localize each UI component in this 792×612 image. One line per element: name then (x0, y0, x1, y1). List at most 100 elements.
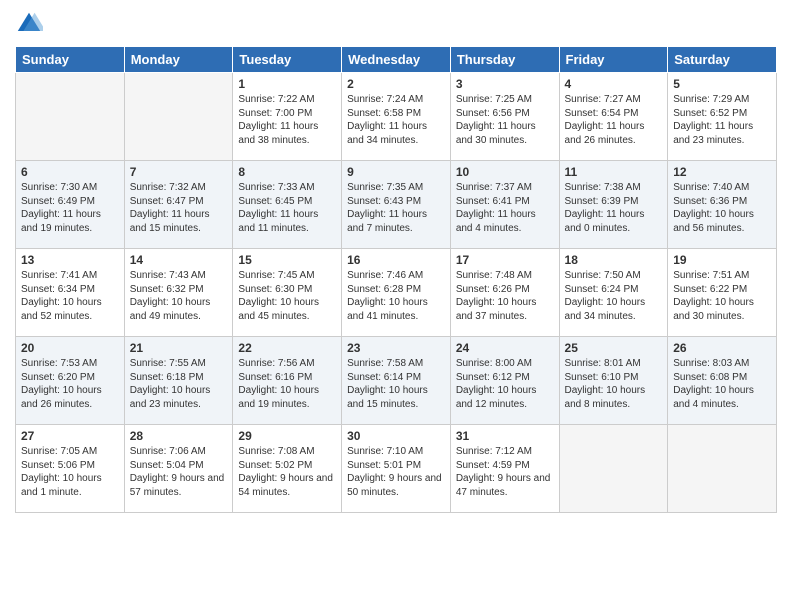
calendar-week-1: 1 Sunrise: 7:22 AMSunset: 7:00 PMDaylight… (16, 73, 777, 161)
day-info: Sunrise: 7:40 AMSunset: 6:36 PMDaylight:… (673, 181, 771, 235)
day-number: 31 (456, 429, 554, 443)
day-number: 30 (347, 429, 445, 443)
day-info: Sunrise: 7:33 AMSunset: 6:45 PMDaylight:… (238, 181, 336, 235)
calendar-week-4: 20 Sunrise: 7:53 AMSunset: 6:20 PMDayligh… (16, 337, 777, 425)
calendar-cell: 31 Sunrise: 7:12 AMSunset: 4:59 PMDayligh… (450, 425, 559, 513)
day-info: Sunrise: 7:27 AMSunset: 6:54 PMDaylight:… (565, 93, 663, 147)
calendar-cell: 15 Sunrise: 7:45 AMSunset: 6:30 PMDayligh… (233, 249, 342, 337)
day-number: 11 (565, 165, 663, 179)
calendar-cell: 2 Sunrise: 7:24 AMSunset: 6:58 PMDaylight… (342, 73, 451, 161)
day-number: 4 (565, 77, 663, 91)
day-header-monday: Monday (124, 47, 233, 73)
day-info: Sunrise: 7:12 AMSunset: 4:59 PMDaylight:… (456, 445, 554, 499)
calendar-week-3: 13Sunrise: 7:41 AMSunset: 6:34 PMDayligh… (16, 249, 777, 337)
calendar-cell: 30 Sunrise: 7:10 AMSunset: 5:01 PMDayligh… (342, 425, 451, 513)
day-info: Sunrise: 7:06 AMSunset: 5:04 PMDaylight:… (130, 445, 228, 499)
calendar-cell (124, 73, 233, 161)
day-number: 28 (130, 429, 228, 443)
calendar-cell: 8 Sunrise: 7:33 AMSunset: 6:45 PMDaylight… (233, 161, 342, 249)
day-header-wednesday: Wednesday (342, 47, 451, 73)
day-info: Sunrise: 8:01 AMSunset: 6:10 PMDaylight:… (565, 357, 663, 411)
day-info: Sunrise: 7:38 AMSunset: 6:39 PMDaylight:… (565, 181, 663, 235)
calendar-cell: 23 Sunrise: 7:58 AMSunset: 6:14 PMDayligh… (342, 337, 451, 425)
day-number: 19 (673, 253, 771, 267)
day-number: 5 (673, 77, 771, 91)
day-number: 6 (21, 165, 119, 179)
day-header-saturday: Saturday (668, 47, 777, 73)
calendar-cell: 18Sunrise: 7:50 AMSunset: 6:24 PMDayligh… (559, 249, 668, 337)
calendar-cell: 14 Sunrise: 7:43 AMSunset: 6:32 PMDayligh… (124, 249, 233, 337)
day-number: 2 (347, 77, 445, 91)
calendar-cell: 1 Sunrise: 7:22 AMSunset: 7:00 PMDaylight… (233, 73, 342, 161)
day-info: Sunrise: 7:45 AMSunset: 6:30 PMDaylight:… (238, 269, 336, 323)
day-number: 18 (565, 253, 663, 267)
day-header-friday: Friday (559, 47, 668, 73)
calendar-cell: 4 Sunrise: 7:27 AMSunset: 6:54 PMDaylight… (559, 73, 668, 161)
day-number: 16 (347, 253, 445, 267)
day-info: Sunrise: 8:03 AMSunset: 6:08 PMDaylight:… (673, 357, 771, 411)
calendar-cell: 27 Sunrise: 7:05 AMSunset: 5:06 PMDayligh… (16, 425, 125, 513)
calendar-cell: 5Sunrise: 7:29 AMSunset: 6:52 PMDaylight… (668, 73, 777, 161)
calendar-cell: 24Sunrise: 8:00 AMSunset: 6:12 PMDayligh… (450, 337, 559, 425)
day-info: Sunrise: 7:46 AMSunset: 6:28 PMDaylight:… (347, 269, 445, 323)
day-number: 17 (456, 253, 554, 267)
calendar-week-2: 6 Sunrise: 7:30 AMSunset: 6:49 PMDaylight… (16, 161, 777, 249)
calendar-cell: 6 Sunrise: 7:30 AMSunset: 6:49 PMDaylight… (16, 161, 125, 249)
day-info: Sunrise: 7:10 AMSunset: 5:01 PMDaylight:… (347, 445, 445, 499)
calendar-cell: 25 Sunrise: 8:01 AMSunset: 6:10 PMDayligh… (559, 337, 668, 425)
day-info: Sunrise: 7:05 AMSunset: 5:06 PMDaylight:… (21, 445, 119, 499)
day-header-tuesday: Tuesday (233, 47, 342, 73)
calendar-cell: 11 Sunrise: 7:38 AMSunset: 6:39 PMDayligh… (559, 161, 668, 249)
day-number: 10 (456, 165, 554, 179)
calendar-cell (668, 425, 777, 513)
day-number: 12 (673, 165, 771, 179)
header (15, 10, 777, 38)
day-info: Sunrise: 7:32 AMSunset: 6:47 PMDaylight:… (130, 181, 228, 235)
day-number: 14 (130, 253, 228, 267)
day-header-sunday: Sunday (16, 47, 125, 73)
calendar-cell: 28 Sunrise: 7:06 AMSunset: 5:04 PMDayligh… (124, 425, 233, 513)
calendar-cell: 3 Sunrise: 7:25 AMSunset: 6:56 PMDaylight… (450, 73, 559, 161)
day-info: Sunrise: 7:58 AMSunset: 6:14 PMDaylight:… (347, 357, 445, 411)
day-info: Sunrise: 7:08 AMSunset: 5:02 PMDaylight:… (238, 445, 336, 499)
calendar-header-row: SundayMondayTuesdayWednesdayThursdayFrid… (16, 47, 777, 73)
day-info: Sunrise: 7:25 AMSunset: 6:56 PMDaylight:… (456, 93, 554, 147)
day-header-thursday: Thursday (450, 47, 559, 73)
calendar-cell: 26Sunrise: 8:03 AMSunset: 6:08 PMDayligh… (668, 337, 777, 425)
logo-icon (15, 10, 43, 38)
calendar-cell: 7 Sunrise: 7:32 AMSunset: 6:47 PMDaylight… (124, 161, 233, 249)
day-info: Sunrise: 7:30 AMSunset: 6:49 PMDaylight:… (21, 181, 119, 235)
day-info: Sunrise: 7:37 AMSunset: 6:41 PMDaylight:… (456, 181, 554, 235)
day-number: 15 (238, 253, 336, 267)
day-number: 9 (347, 165, 445, 179)
calendar-cell: 17 Sunrise: 7:48 AMSunset: 6:26 PMDayligh… (450, 249, 559, 337)
day-info: Sunrise: 7:56 AMSunset: 6:16 PMDaylight:… (238, 357, 336, 411)
day-number: 8 (238, 165, 336, 179)
calendar-cell: 19 Sunrise: 7:51 AMSunset: 6:22 PMDayligh… (668, 249, 777, 337)
day-number: 23 (347, 341, 445, 355)
day-number: 7 (130, 165, 228, 179)
day-info: Sunrise: 7:22 AMSunset: 7:00 PMDaylight:… (238, 93, 336, 147)
calendar-week-5: 27 Sunrise: 7:05 AMSunset: 5:06 PMDayligh… (16, 425, 777, 513)
calendar-cell: 9Sunrise: 7:35 AMSunset: 6:43 PMDaylight… (342, 161, 451, 249)
day-number: 25 (565, 341, 663, 355)
day-info: Sunrise: 7:53 AMSunset: 6:20 PMDaylight:… (21, 357, 119, 411)
day-number: 27 (21, 429, 119, 443)
calendar-cell (559, 425, 668, 513)
day-number: 21 (130, 341, 228, 355)
day-info: Sunrise: 7:51 AMSunset: 6:22 PMDaylight:… (673, 269, 771, 323)
calendar-cell: 22 Sunrise: 7:56 AMSunset: 6:16 PMDayligh… (233, 337, 342, 425)
day-info: Sunrise: 7:24 AMSunset: 6:58 PMDaylight:… (347, 93, 445, 147)
day-number: 20 (21, 341, 119, 355)
day-info: Sunrise: 7:48 AMSunset: 6:26 PMDaylight:… (456, 269, 554, 323)
day-info: Sunrise: 7:41 AMSunset: 6:34 PMDaylight:… (21, 269, 119, 323)
day-number: 3 (456, 77, 554, 91)
calendar-cell: 21Sunrise: 7:55 AMSunset: 6:18 PMDayligh… (124, 337, 233, 425)
calendar-cell: 13Sunrise: 7:41 AMSunset: 6:34 PMDayligh… (16, 249, 125, 337)
calendar: SundayMondayTuesdayWednesdayThursdayFrid… (15, 46, 777, 513)
day-number: 1 (238, 77, 336, 91)
day-info: Sunrise: 7:43 AMSunset: 6:32 PMDaylight:… (130, 269, 228, 323)
day-number: 22 (238, 341, 336, 355)
logo (15, 10, 47, 38)
calendar-cell (16, 73, 125, 161)
